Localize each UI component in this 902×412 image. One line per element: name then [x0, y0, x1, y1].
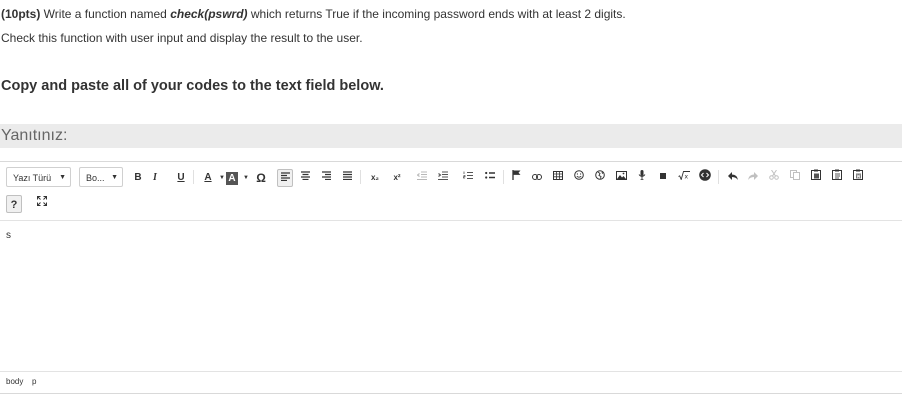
flag-icon [511, 170, 520, 180]
answer-label-bar: Yanıtınız: [0, 124, 902, 148]
globe-icon [595, 170, 605, 180]
font-family-value: Yazı Türü [13, 173, 52, 183]
chevron-down-icon: ▼ [59, 174, 66, 181]
paste-word-button[interactable] [850, 169, 866, 187]
font-size-value: Bo... [86, 173, 105, 183]
align-left-icon [280, 172, 290, 182]
link-button[interactable] [529, 169, 545, 187]
path-item-p[interactable]: p [32, 377, 36, 386]
redo-button[interactable] [745, 169, 761, 187]
rich-text-editor[interactable]: Yazı Türü ▼ Bo... ▼ B I U A ▼ A ▼ Ω x₂ x… [0, 161, 902, 394]
paste-button[interactable] [808, 169, 824, 187]
svg-text:x: x [685, 174, 689, 181]
superscript-button[interactable]: x² [389, 169, 405, 187]
image-button[interactable] [613, 169, 629, 187]
copy-icon [790, 170, 800, 180]
align-justify-button[interactable] [339, 169, 355, 187]
element-path-bar: body p [0, 371, 902, 393]
numbered-list-icon [463, 171, 473, 180]
background-color-button[interactable]: A [226, 172, 238, 185]
indent-button[interactable] [435, 169, 451, 187]
outdent-button[interactable] [414, 169, 430, 187]
fullscreen-icon [37, 196, 47, 206]
toolbar-separator [718, 170, 719, 184]
math-icon: x [678, 171, 690, 181]
equation-button[interactable]: x [676, 169, 692, 187]
help-button[interactable]: ? [6, 195, 22, 213]
paste-word-icon [853, 169, 863, 180]
cut-icon [769, 169, 779, 180]
iframe-button[interactable] [592, 169, 608, 187]
align-right-icon [321, 171, 331, 181]
table-button[interactable] [550, 169, 566, 187]
italic-button[interactable]: I [147, 169, 163, 187]
outdent-icon [416, 171, 427, 181]
align-left-button[interactable] [277, 169, 293, 187]
link-icon [532, 174, 542, 180]
toolbar-separator [503, 170, 504, 184]
question-instruction: Copy and paste all of your codes to the … [1, 78, 384, 94]
copy-button[interactable] [787, 169, 803, 187]
chevron-down-icon: ▼ [111, 174, 118, 181]
numbered-list-button[interactable] [460, 169, 476, 187]
redo-icon [748, 172, 758, 180]
subscript-button[interactable]: x₂ [367, 169, 383, 187]
special-character-button[interactable]: Ω [253, 169, 269, 187]
question-points: (10pts) [1, 7, 41, 21]
chevron-down-icon[interactable]: ▼ [238, 169, 254, 187]
path-item-body[interactable]: body [6, 377, 23, 386]
source-code-button[interactable] [697, 169, 713, 187]
video-button[interactable] [655, 169, 671, 187]
bulleted-list-button[interactable] [482, 169, 498, 187]
question-function-name: check(pswrd) [170, 7, 248, 21]
toolbar-separator [360, 170, 361, 184]
emoji-button[interactable] [571, 169, 587, 187]
undo-icon [728, 172, 738, 180]
bulleted-list-icon [485, 171, 495, 179]
align-center-button[interactable] [297, 169, 313, 187]
align-justify-icon [342, 171, 352, 181]
question-line-1: (10pts) Write a function named check(psw… [1, 7, 626, 21]
toolbar-separator [193, 170, 194, 184]
question-text-a: Write a function named [40, 7, 171, 21]
answer-label: Yanıtınız: [1, 127, 68, 144]
editor-content[interactable]: s [6, 230, 11, 241]
paste-text-icon [832, 169, 842, 180]
video-icon [660, 173, 666, 179]
maximize-button[interactable] [34, 195, 50, 213]
question-line-2: Check this function with user input and … [1, 31, 363, 45]
emoji-icon [574, 170, 584, 180]
align-center-icon [300, 171, 310, 181]
align-right-button[interactable] [318, 169, 334, 187]
underline-button[interactable]: U [173, 169, 189, 187]
anchor-button[interactable] [508, 169, 524, 187]
microphone-icon [638, 170, 646, 181]
code-icon [699, 169, 711, 181]
image-icon [615, 171, 627, 180]
audio-button[interactable] [634, 169, 650, 187]
font-family-select[interactable]: Yazı Türü ▼ [6, 167, 71, 187]
editor-toolbar: Yazı Türü ▼ Bo... ▼ B I U A ▼ A ▼ Ω x₂ x… [0, 162, 902, 221]
undo-button[interactable] [725, 169, 741, 187]
question-text-b: which returns True if the incoming passw… [247, 7, 626, 21]
paste-icon [811, 169, 821, 180]
table-icon [553, 171, 563, 180]
indent-icon [438, 171, 448, 181]
paste-text-button[interactable] [829, 169, 845, 187]
font-size-select[interactable]: Bo... ▼ [79, 167, 123, 187]
cut-button[interactable] [766, 169, 782, 187]
bold-button[interactable]: B [130, 169, 146, 187]
